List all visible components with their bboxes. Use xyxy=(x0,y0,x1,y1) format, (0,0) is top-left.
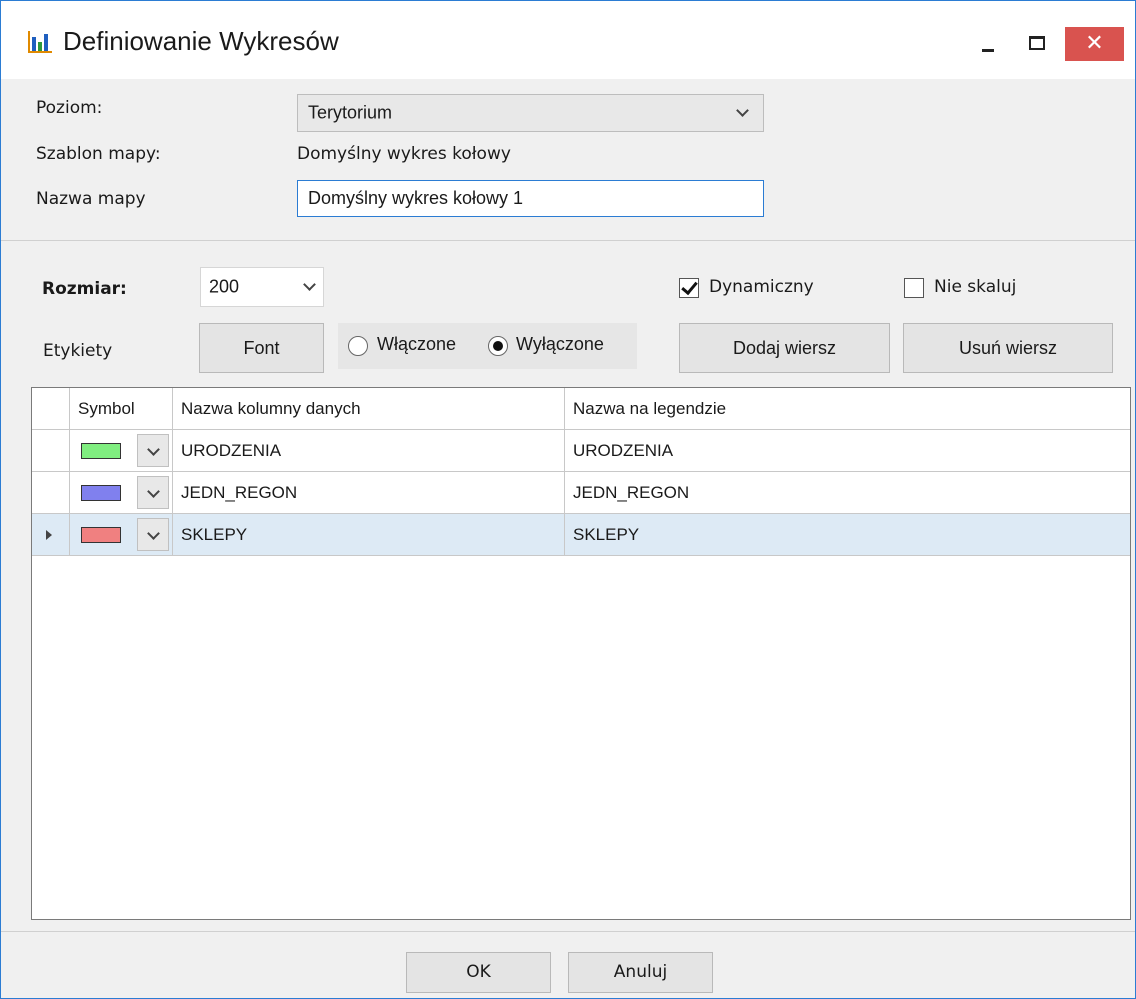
symbol-dropdown[interactable] xyxy=(137,476,169,509)
cancel-button[interactable]: Anuluj xyxy=(568,952,713,993)
poziom-value: Terytorium xyxy=(308,102,393,123)
close-button[interactable]: ✕ xyxy=(1065,27,1124,61)
grid-line xyxy=(69,388,70,556)
bar-chart-icon xyxy=(28,31,52,53)
legend-cell[interactable]: SKLEPY xyxy=(565,514,1130,555)
ok-button[interactable]: OK xyxy=(406,952,551,993)
chevron-down-icon xyxy=(303,278,316,291)
chevron-down-icon xyxy=(147,443,160,456)
grid-line xyxy=(32,429,1130,430)
footer-divider xyxy=(1,931,1135,932)
chevron-down-icon xyxy=(147,527,160,540)
title-bar: Definiowanie Wykresów ✕ xyxy=(1,1,1135,79)
grid-line xyxy=(32,471,1130,472)
rozmiar-combo[interactable]: 200 xyxy=(200,267,324,307)
table-row[interactable]: JEDN_REGON JEDN_REGON xyxy=(32,472,1130,513)
grid-line xyxy=(32,555,1130,556)
column-header-symbol[interactable]: Symbol xyxy=(70,388,173,429)
wylaczone-label: Wyłączone xyxy=(516,334,604,354)
column-header-data-column[interactable]: Nazwa kolumny danych xyxy=(173,388,565,429)
nazwa-label: Nazwa mapy xyxy=(36,189,146,209)
data-column-cell[interactable]: URODZENIA xyxy=(173,430,565,471)
font-button[interactable]: Font xyxy=(199,323,324,373)
legend-cell[interactable]: URODZENIA xyxy=(565,430,1130,471)
etykiety-label: Etykiety xyxy=(43,341,113,361)
series-grid[interactable]: Symbol Nazwa kolumny danych Nazwa na leg… xyxy=(31,387,1131,920)
szablon-label: Szablon mapy: xyxy=(36,144,161,164)
minimize-button[interactable] xyxy=(969,27,1009,61)
dialog-window: Definiowanie Wykresów ✕ Poziom: Terytori… xyxy=(0,0,1136,999)
data-column-cell[interactable]: JEDN_REGON xyxy=(173,472,565,513)
wlaczone-radio[interactable] xyxy=(348,336,368,356)
wlaczone-label: Włączone xyxy=(377,334,457,354)
close-icon: ✕ xyxy=(1085,31,1104,56)
chevron-down-icon xyxy=(736,104,749,117)
row-selector-icon xyxy=(46,530,52,540)
color-swatch[interactable] xyxy=(81,443,121,459)
table-row[interactable]: URODZENIA URODZENIA xyxy=(32,430,1130,471)
symbol-dropdown[interactable] xyxy=(137,518,169,551)
szablon-value: Domyślny wykres kołowy xyxy=(297,144,511,164)
column-header-legend[interactable]: Nazwa na legendzie xyxy=(565,388,1130,429)
table-row[interactable]: SKLEPY SKLEPY xyxy=(32,514,1130,555)
add-row-button[interactable]: Dodaj wiersz xyxy=(679,323,890,373)
dynamiczny-label: Dynamiczny xyxy=(709,277,814,297)
rozmiar-value: 200 xyxy=(209,276,240,297)
nie-skaluj-label: Nie skaluj xyxy=(934,277,1017,297)
dynamiczny-checkbox[interactable] xyxy=(679,278,699,298)
poziom-label: Poziom: xyxy=(36,98,103,118)
remove-row-button[interactable]: Usuń wiersz xyxy=(903,323,1113,373)
data-column-cell[interactable]: SKLEPY xyxy=(173,514,565,555)
chevron-down-icon xyxy=(147,485,160,498)
maximize-button[interactable] xyxy=(1017,27,1057,61)
grid-header: Symbol Nazwa kolumny danych Nazwa na leg… xyxy=(32,388,1130,429)
grid-line xyxy=(172,388,173,556)
window-title: Definiowanie Wykresów xyxy=(63,26,339,56)
legend-cell[interactable]: JEDN_REGON xyxy=(565,472,1130,513)
grid-line xyxy=(564,388,565,556)
wylaczone-radio[interactable] xyxy=(488,336,508,356)
rozmiar-label: Rozmiar: xyxy=(42,279,127,299)
nazwa-mapy-input[interactable]: Domyślny wykres kołowy 1 xyxy=(297,180,764,217)
nie-skaluj-checkbox[interactable] xyxy=(904,278,924,298)
grid-line xyxy=(32,513,1130,514)
section-divider xyxy=(1,240,1135,241)
color-swatch[interactable] xyxy=(81,527,121,543)
poziom-combo[interactable]: Terytorium xyxy=(297,94,764,132)
symbol-dropdown[interactable] xyxy=(137,434,169,467)
etykiety-radio-group: Włączone Wyłączone xyxy=(338,323,637,369)
color-swatch[interactable] xyxy=(81,485,121,501)
